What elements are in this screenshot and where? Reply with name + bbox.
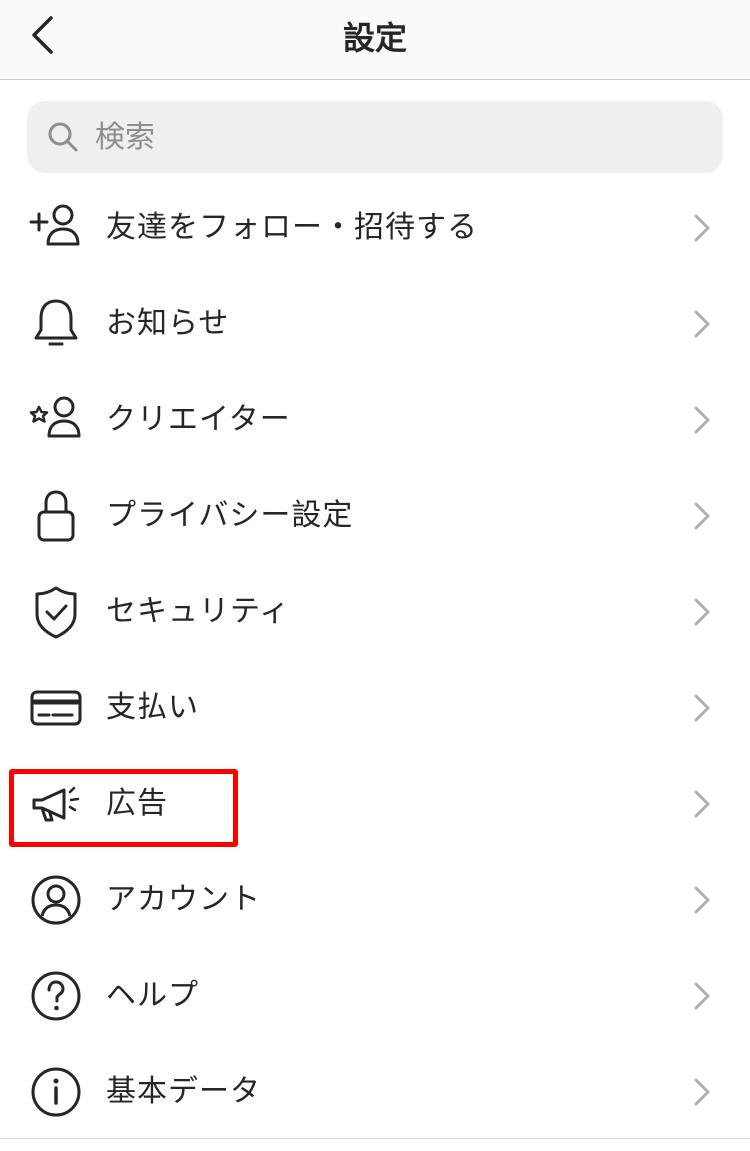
info-circle-icon <box>31 1067 81 1117</box>
menu-item-label: お知らせ <box>106 306 230 341</box>
search-bar[interactable] <box>27 101 723 173</box>
menu-item-ads[interactable]: 広告 <box>0 756 750 852</box>
bottom-divider <box>0 1138 750 1139</box>
chevron-right-icon <box>694 886 710 914</box>
menu-item-privacy[interactable]: プライバシー設定 <box>0 468 750 564</box>
credit-card-icon <box>30 690 82 726</box>
menu-item-label: セキュリティ <box>106 594 291 629</box>
menu-item-payments[interactable]: 支払い <box>0 660 750 756</box>
chevron-right-icon <box>694 406 710 434</box>
menu-item-security[interactable]: セキュリティ <box>0 564 750 660</box>
bell-icon <box>34 299 78 346</box>
help-circle-icon <box>31 971 81 1021</box>
menu-item-label: 広告 <box>106 786 168 821</box>
chevron-right-icon <box>694 310 710 338</box>
menu-item-label: ヘルプ <box>106 978 199 1013</box>
menu-item-help[interactable]: ヘルプ <box>0 948 750 1044</box>
menu-item-label: 支払い <box>106 690 199 725</box>
chevron-right-icon <box>694 790 710 818</box>
chevron-right-icon <box>694 982 710 1010</box>
menu-item-label: プライバシー設定 <box>106 498 354 533</box>
menu-item-creator[interactable]: クリエイター <box>0 372 750 468</box>
chevron-right-icon <box>694 214 710 242</box>
account-circle-icon <box>31 875 81 925</box>
lock-icon <box>37 490 75 542</box>
chevron-right-icon <box>694 694 710 722</box>
search-input[interactable] <box>93 118 657 156</box>
top-navigation-bar: 設定 <box>0 0 750 80</box>
chevron-right-icon <box>694 502 710 530</box>
menu-item-follow-invite-friends[interactable]: 友達をフォロー・招待する <box>0 180 750 276</box>
creator-star-user-icon <box>29 396 81 438</box>
add-user-icon <box>29 204 80 246</box>
search-icon <box>48 122 78 152</box>
menu-item-about[interactable]: 基本データ <box>0 1044 750 1140</box>
megaphone-icon <box>32 786 80 822</box>
shield-check-icon <box>35 586 77 639</box>
chevron-right-icon <box>694 598 710 626</box>
menu-item-label: クリエイター <box>106 402 291 437</box>
settings-menu-list: 友達をフォロー・招待する お知らせ クリエイター プライバシー設定 セキュリティ… <box>0 180 750 1140</box>
menu-item-notifications[interactable]: お知らせ <box>0 276 750 372</box>
page-title: 設定 <box>342 19 407 57</box>
menu-item-label: アカウント <box>106 882 261 917</box>
menu-item-account[interactable]: アカウント <box>0 852 750 948</box>
chevron-right-icon <box>694 1078 710 1106</box>
menu-item-label: 友達をフォロー・招待する <box>106 210 478 245</box>
menu-item-label: 基本データ <box>106 1074 261 1109</box>
